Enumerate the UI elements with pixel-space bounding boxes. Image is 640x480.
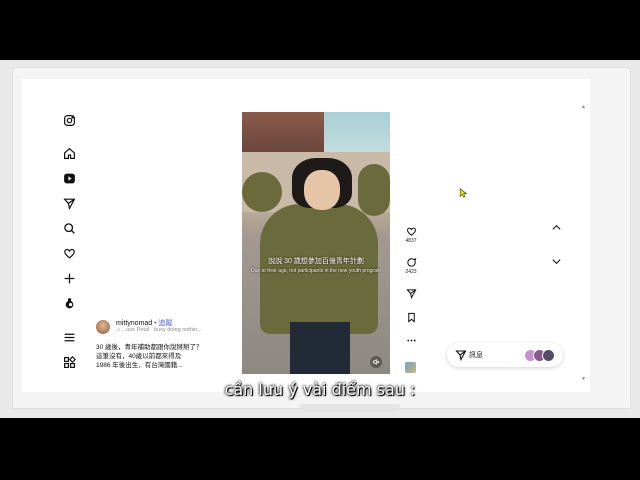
description-line: 這筆沒有，40歲以前都來得及 <box>96 353 182 360</box>
chevron-up-icon <box>551 224 561 230</box>
save-button[interactable] <box>403 312 419 323</box>
comment-button[interactable]: 2423 <box>403 257 419 275</box>
comment-icon <box>406 257 416 267</box>
reels-icon[interactable] <box>62 171 76 185</box>
mute-icon[interactable] <box>370 356 382 368</box>
description-line: 1986 年後出生、有台灣國籍... <box>96 362 183 369</box>
video-caption-zh: 說說 30 歲想參加百億青年計劃 <box>268 258 364 265</box>
video-pants <box>290 322 350 374</box>
home-icon[interactable] <box>62 146 76 160</box>
music-label[interactable]: ♫ ...use Petal · busy doing nothin... <box>116 327 202 333</box>
bookmark-icon <box>407 312 415 323</box>
send-icon[interactable] <box>62 196 76 210</box>
previous-reel-button[interactable] <box>549 220 563 234</box>
messages-label: 訊息 <box>469 352 483 359</box>
menu-icon[interactable] <box>62 330 76 344</box>
more-button[interactable] <box>403 335 419 346</box>
video-face <box>304 170 340 210</box>
scroll-up-arrow[interactable]: ▲ <box>581 104 586 110</box>
like-button[interactable]: 4837 <box>403 226 419 244</box>
video-arm-right <box>358 164 390 216</box>
monitor-stand <box>300 404 400 412</box>
share-button[interactable] <box>403 288 419 299</box>
like-count: 4837 <box>405 238 417 244</box>
username[interactable]: mittynomad <box>116 320 152 327</box>
avatar[interactable] <box>96 320 110 334</box>
reel-video[interactable]: 說說 30 歲想參加百億青年計劃 Due to their age, not p… <box>242 112 390 374</box>
search-icon[interactable] <box>62 221 76 235</box>
audio-thumbnail[interactable] <box>405 362 416 373</box>
avatar <box>542 349 555 362</box>
heart-icon <box>406 227 416 236</box>
letterbox-top <box>0 0 640 60</box>
heart-icon[interactable] <box>62 246 76 260</box>
post-description: 30 歲後，青年補助都跟你說掰掰了？ 這筆沒有，40歲以前都來得及 1986 年… <box>96 343 236 370</box>
send-icon <box>405 289 416 299</box>
chevron-down-icon <box>551 258 561 264</box>
video-subtitle: cần lưu ý vài điểm sau : <box>224 380 416 399</box>
mouse-cursor-icon <box>459 188 467 198</box>
comment-count: 2423 <box>405 269 417 275</box>
video-caption-en: Due to their age, not participants in th… <box>250 268 382 274</box>
threads-icon[interactable] <box>62 296 76 310</box>
description-line: 30 歲後，青年補助都跟你說掰掰了？ <box>96 344 203 351</box>
instagram-icon[interactable] <box>62 113 76 127</box>
letterbox-bottom <box>0 418 640 480</box>
more-icon <box>406 339 416 342</box>
video-arm-left <box>242 172 282 212</box>
send-icon <box>455 350 467 361</box>
grid-icon[interactable] <box>62 355 76 369</box>
follow-button[interactable]: • 追蹤 <box>154 320 172 327</box>
next-reel-button[interactable] <box>549 254 563 268</box>
plus-icon[interactable] <box>62 271 76 285</box>
messages-button[interactable]: 訊息 <box>447 343 563 367</box>
video-roof <box>242 112 324 154</box>
